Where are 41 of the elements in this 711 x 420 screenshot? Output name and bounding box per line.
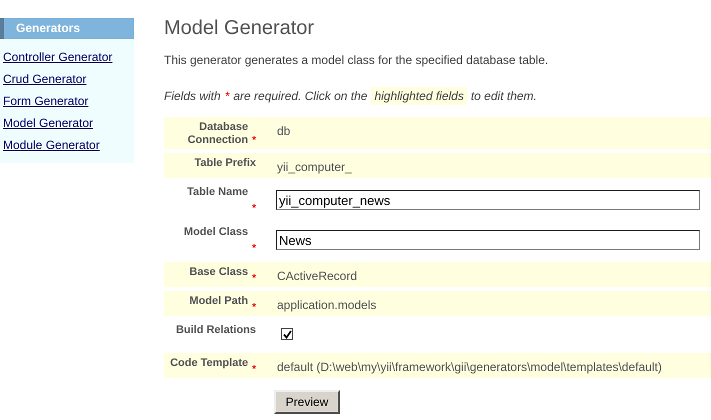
field-row[interactable]: Database Connection * db: [164, 117, 711, 149]
field-label: Model Path: [189, 295, 248, 309]
sidebar-link[interactable]: Module Generator: [3, 138, 100, 152]
hint-text: are required. Click on the: [233, 88, 368, 105]
required-asterisk: *: [224, 88, 230, 105]
required-asterisk: *: [252, 243, 256, 255]
highlight-sample: highlighted fields: [371, 87, 467, 105]
field-label: Table Name: [187, 186, 248, 200]
preview-button[interactable]: Preview: [274, 390, 340, 414]
hint-text: Fields with: [164, 88, 221, 105]
required-asterisk: *: [252, 302, 256, 314]
field-row[interactable]: Model Path * application.models: [164, 291, 711, 316]
field-label: Table Prefix: [194, 157, 256, 171]
field-label: Database Connection: [186, 121, 248, 147]
field-row[interactable]: Code Template * default (D:\web\my\yii\framework\gii\generators\model\templates\default): [164, 353, 711, 378]
sidebar-link[interactable]: Form Generator: [3, 94, 88, 108]
field-label: Build Relations: [176, 324, 256, 338]
sidebar-link[interactable]: Model Generator: [3, 116, 94, 130]
required-asterisk: *: [252, 364, 256, 376]
text-input[interactable]: yii_computer_news: [276, 190, 700, 210]
checkbox[interactable]: [281, 328, 293, 340]
sidebar-link[interactable]: Controller Generator: [3, 50, 112, 64]
required-asterisk: *: [252, 273, 256, 285]
field-value: default (D:\web\my\yii\framework\gii\generators\model\templates\default): [277, 359, 662, 376]
field-label: Code Template: [170, 357, 248, 371]
required-asterisk: *: [252, 135, 256, 147]
page-title: Model Generator: [164, 16, 316, 41]
field-row[interactable]: Base Class * CActiveRecord: [164, 262, 711, 287]
field-label: Model Class: [184, 226, 248, 240]
required-asterisk: *: [252, 203, 256, 215]
sidebar-link[interactable]: Crud Generator: [3, 72, 86, 86]
field-value: db: [277, 123, 290, 140]
field-value: CActiveRecord: [277, 268, 358, 285]
field-row[interactable]: Table Prefix yii_computer_: [164, 153, 711, 178]
field-value: yii_computer_: [277, 159, 352, 176]
description: This generator generates a model class for the specified database table.: [164, 52, 550, 69]
hint-text: to edit them.: [470, 88, 537, 105]
sidebar-header: Generators: [0, 18, 134, 39]
field-label: Base Class: [189, 266, 248, 280]
field-value: application.models: [277, 297, 376, 314]
text-input[interactable]: News: [276, 230, 700, 250]
